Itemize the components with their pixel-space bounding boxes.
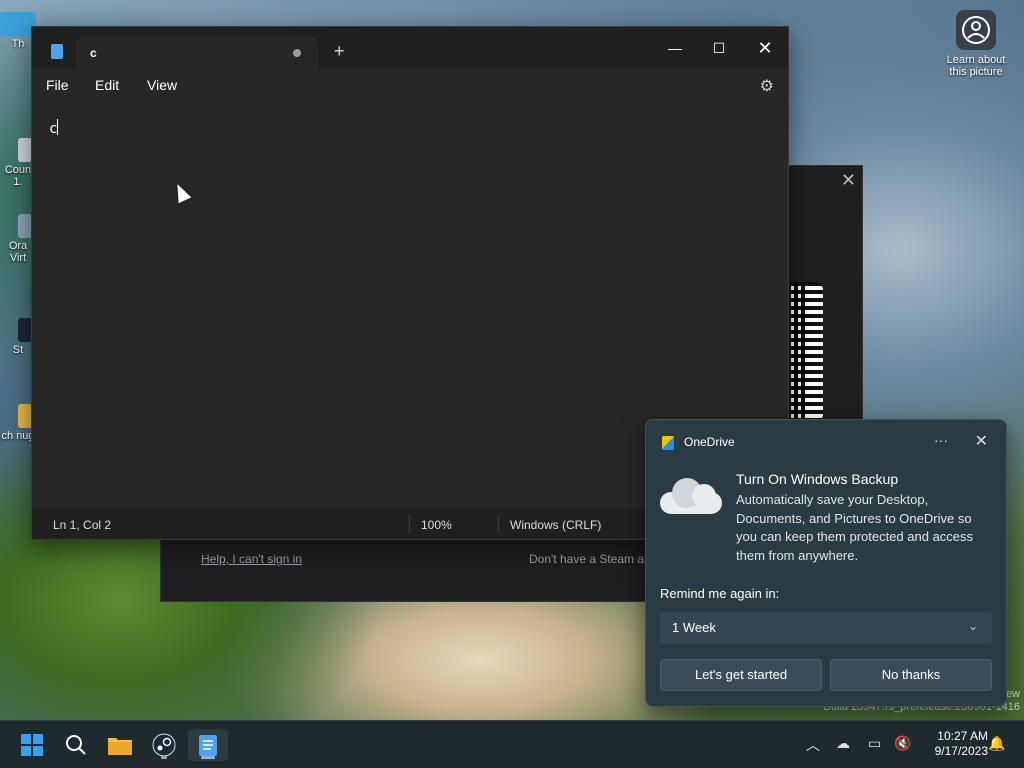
notepad-icon (199, 735, 217, 756)
remind-dropdown[interactable]: 1 Week ⌄ (660, 612, 992, 644)
tab-document[interactable]: c (76, 37, 318, 69)
network-icon[interactable]: ▭ (868, 735, 881, 752)
tab-title: c (90, 46, 97, 60)
cursor-position: Ln 1, Col 2 (53, 518, 112, 532)
learn-about-picture[interactable]: Learn about this picture (940, 10, 1012, 78)
close-icon[interactable]: ✕ (841, 170, 856, 191)
active-indicator (201, 756, 215, 759)
signup-text[interactable]: Don't have a Steam a (529, 552, 644, 566)
shortcut-icon (18, 138, 32, 162)
notepad-icon (51, 44, 63, 59)
onedrive-notification: OneDrive ··· ✕ Turn On Windows Backup Au… (645, 419, 1007, 707)
running-indicator (161, 756, 167, 759)
zoom-level[interactable]: 100% (421, 518, 452, 532)
date: 9/17/2023 (934, 744, 988, 758)
camera-icon (956, 10, 996, 50)
cant-sign-in-link[interactable]: Help, I can't sign in (201, 552, 302, 566)
menu-view[interactable]: View (147, 77, 177, 93)
start-button[interactable] (12, 729, 52, 761)
line-ending[interactable]: Windows (CRLF) (510, 518, 601, 532)
onedrive-tray-icon[interactable]: ☁ (836, 735, 850, 752)
close-button[interactable]: ✕ (742, 33, 788, 63)
chevron-down-icon: ⌄ (967, 619, 978, 633)
remind-value: 1 Week (672, 620, 716, 635)
get-started-button[interactable]: Let's get started (660, 659, 822, 691)
steam-button[interactable] (144, 729, 184, 761)
search-button[interactable] (56, 729, 96, 761)
virtualbox-icon (18, 214, 32, 238)
desktop-icon-label: St (12, 344, 24, 356)
search-icon (66, 735, 86, 755)
menu-edit[interactable]: Edit (95, 77, 119, 93)
chevron-up-icon[interactable]: ︿ (806, 735, 820, 755)
more-options-icon[interactable]: ··· (934, 432, 948, 448)
file-explorer-button[interactable] (100, 729, 140, 761)
learn-label: Learn about this picture (946, 54, 1006, 78)
minimize-button[interactable]: — (652, 33, 698, 63)
notification-bell-icon[interactable]: 🔔 (988, 735, 1005, 752)
gear-icon[interactable]: ⚙ (760, 76, 774, 96)
steam-shortcut-icon (18, 318, 32, 342)
maximize-button[interactable]: ☐ (696, 33, 742, 63)
windows-icon (21, 734, 43, 756)
close-icon[interactable]: ✕ (975, 431, 988, 451)
editor-content: c (49, 119, 59, 137)
folder-icon (18, 404, 32, 428)
unsaved-dot-icon[interactable] (293, 49, 301, 57)
cloud-icon (660, 476, 722, 516)
menu-file[interactable]: File (46, 77, 69, 93)
divider (409, 515, 410, 533)
toast-app-name: OneDrive (684, 435, 735, 449)
notepad-taskbar-button[interactable] (188, 729, 228, 761)
toast-body: Automatically save your Desktop, Documen… (736, 492, 974, 563)
onedrive-icon (662, 436, 674, 450)
title-bar[interactable]: c + — ☐ ✕ (32, 27, 788, 69)
clock[interactable]: 10:27 AM 9/17/2023 (918, 729, 988, 759)
desktop-icon-label: Th (11, 38, 25, 50)
time: 10:27 AM (937, 729, 988, 743)
remind-label: Remind me again in: (660, 586, 780, 601)
desktop-icon-label: ch nug (1, 430, 35, 442)
no-thanks-button[interactable]: No thanks (830, 659, 992, 691)
menu-bar: File Edit View ⚙ (32, 69, 788, 103)
divider (498, 515, 499, 533)
new-tab-icon[interactable]: + (334, 41, 345, 62)
volume-muted-icon[interactable]: 🔇 (894, 735, 911, 752)
toast-heading: Turn On Windows Backup (736, 471, 899, 487)
steam-icon (152, 733, 176, 757)
folder-icon (108, 738, 132, 755)
desktop-icon-label: Ora Virt (8, 240, 28, 264)
desktop-icon-label: Coun 1. (4, 164, 32, 188)
taskbar: ︿ ☁ ▭ 🔇 10:27 AM 9/17/2023 🔔 (0, 720, 1024, 768)
